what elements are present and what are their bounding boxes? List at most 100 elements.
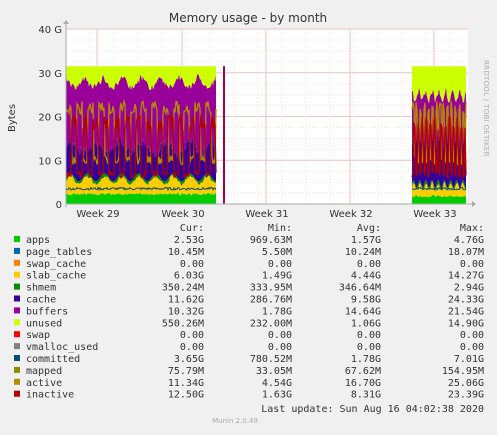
legend-series-name: inactive — [26, 390, 74, 401]
legend-row: apps 2.53G 969.63M 1.57G 4.76G — [14, 235, 484, 246]
legend-value-max: 154.95M — [442, 366, 484, 377]
legend-row: slab_cache 6.03G 1.49G 4.44G 14.27G — [14, 271, 484, 282]
legend-series-name: buffers — [26, 306, 68, 317]
legend-series-name: swap_cache — [26, 259, 86, 270]
legend-row: unused 550.26M 232.00M 1.06G 14.90G — [14, 318, 484, 329]
legend-value-min: 1.63G — [262, 390, 292, 401]
legend-series-name: page_tables — [26, 247, 92, 258]
y-axis-label: Bytes — [7, 104, 18, 132]
legend-value-cur: 11.34G — [168, 378, 204, 389]
legend-row: active 11.34G 4.54G 16.70G 25.06G — [14, 378, 484, 389]
legend-value-max: 14.90G — [448, 318, 484, 329]
legend-header: Avg: — [357, 223, 381, 234]
legend-value-cur: 10.32G — [168, 306, 204, 317]
legend-row: buffers 10.32G 1.78G 14.64G 21.54G — [14, 306, 484, 317]
legend-value-max: 25.06G — [448, 378, 484, 389]
legend-value-min: 1.49G — [262, 271, 292, 282]
legend-swatch — [14, 295, 20, 302]
legend-value-min: 333.95M — [250, 283, 292, 294]
legend-row: page_tables 10.45M 5.50M 10.24M 18.07M — [14, 247, 484, 258]
legend-value-cur: 3.65G — [174, 354, 204, 365]
legend-header: Cur: — [180, 223, 204, 234]
x-tick-label: Week 29 — [76, 209, 119, 220]
legend-value-cur: 12.50G — [168, 390, 204, 401]
legend-series-name: unused — [26, 318, 62, 329]
legend-swatch — [14, 247, 20, 254]
x-tick-label: Week 31 — [245, 209, 288, 220]
legend-value-avg: 4.44G — [351, 271, 381, 282]
legend-row: swap_cache 0.00 0.00 0.00 0.00 — [14, 259, 484, 270]
legend-value-min: 969.63M — [250, 235, 292, 246]
legend-swatch — [14, 307, 20, 314]
legend-value-avg: 346.64M — [339, 283, 381, 294]
legend-value-avg: 0.00 — [357, 259, 381, 270]
legend-series-name: slab_cache — [26, 271, 86, 282]
legend-swatch — [14, 319, 20, 326]
legend-value-cur: 11.62G — [168, 295, 204, 306]
y-axis-arrow — [63, 20, 69, 24]
legend-row: mapped 75.79M 33.05M 67.62M 154.95M — [14, 366, 484, 377]
legend-value-min: 780.52M — [250, 354, 292, 365]
chart-title: Memory usage - by month — [169, 11, 327, 25]
legend-value-avg: 1.78G — [351, 354, 381, 365]
legend-value-cur: 2.53G — [174, 235, 204, 246]
legend-value-max: 23.39G — [448, 390, 484, 401]
x-axis-arrow — [472, 201, 476, 207]
legend-row: swap 0.00 0.00 0.00 0.00 — [14, 330, 484, 341]
legend-value-cur: 0.00 — [180, 342, 204, 353]
area-apps — [66, 192, 216, 204]
legend-value-min: 4.54G — [262, 378, 292, 389]
legend-series-name: committed — [26, 354, 80, 365]
legend-value-min: 286.76M — [250, 295, 292, 306]
legend-value-avg: 0.00 — [357, 342, 381, 353]
legend-row: cache 11.62G 286.76M 9.58G 24.33G — [14, 295, 484, 306]
legend-row: vmalloc_used 0.00 0.00 0.00 0.00 — [14, 342, 484, 353]
legend-value-cur: 10.45M — [168, 247, 204, 258]
legend-value-min: 232.00M — [250, 318, 292, 329]
legend-value-max: 18.07M — [448, 247, 484, 258]
legend-value-max: 24.33G — [448, 295, 484, 306]
legend-swatch — [14, 331, 20, 338]
legend-series-name: vmalloc_used — [26, 342, 98, 353]
legend-value-max: 0.00 — [460, 330, 484, 341]
side-label: RRDTOOL / TOBI OETIKER — [482, 60, 490, 157]
legend-value-avg: 67.62M — [345, 366, 381, 377]
legend-series-name: cache — [26, 295, 56, 306]
legend-value-avg: 1.06G — [351, 318, 381, 329]
munin-version: Munin 2.0.49 — [212, 417, 258, 425]
legend: Cur: Min: Avg: Max: apps 2.53G 969.63M 1.57G 4.7… — [14, 223, 484, 401]
legend-swatch — [14, 283, 20, 290]
legend-header: Min: — [268, 223, 292, 234]
legend-series-name: apps — [26, 235, 50, 246]
legend-row: shmem 350.24M 333.95M 346.64M 2.94G — [14, 283, 484, 294]
legend-value-avg: 16.70G — [345, 378, 381, 389]
legend-value-cur: 75.79M — [168, 366, 204, 377]
y-tick-label: 30 G — [38, 69, 62, 80]
legend-value-cur: 550.26M — [162, 318, 204, 329]
legend-swatch — [14, 390, 20, 397]
legend-value-cur: 350.24M — [162, 283, 204, 294]
x-tick-label: Week 33 — [413, 209, 456, 220]
legend-value-min: 5.50M — [262, 247, 292, 258]
munin-graph: Memory usage - by month RRDTOOL / TOBI O… — [0, 0, 497, 431]
legend-swatch — [14, 378, 20, 385]
legend-value-avg: 8.31G — [351, 390, 381, 401]
legend-swatch — [14, 236, 20, 242]
legend-swatch — [14, 259, 20, 266]
legend-swatch — [14, 366, 20, 373]
legend-value-max: 14.27G — [448, 271, 484, 282]
legend-swatch — [14, 343, 20, 350]
legend-value-max: 7.01G — [454, 354, 484, 365]
legend-value-cur: 0.00 — [180, 330, 204, 341]
legend-swatch — [14, 355, 20, 361]
legend-value-min: 0.00 — [268, 342, 292, 353]
legend-value-max: 2.94G — [454, 283, 484, 294]
legend-value-avg: 9.58G — [351, 295, 381, 306]
legend-header: Max: — [460, 223, 484, 234]
y-tick-label: 0 — [56, 200, 62, 211]
legend-swatch — [14, 271, 20, 278]
legend-series-name: swap — [26, 330, 50, 341]
legend-value-min: 33.05M — [256, 366, 292, 377]
legend-value-cur: 6.03G — [174, 271, 204, 282]
y-tick-label: 10 G — [38, 156, 62, 167]
